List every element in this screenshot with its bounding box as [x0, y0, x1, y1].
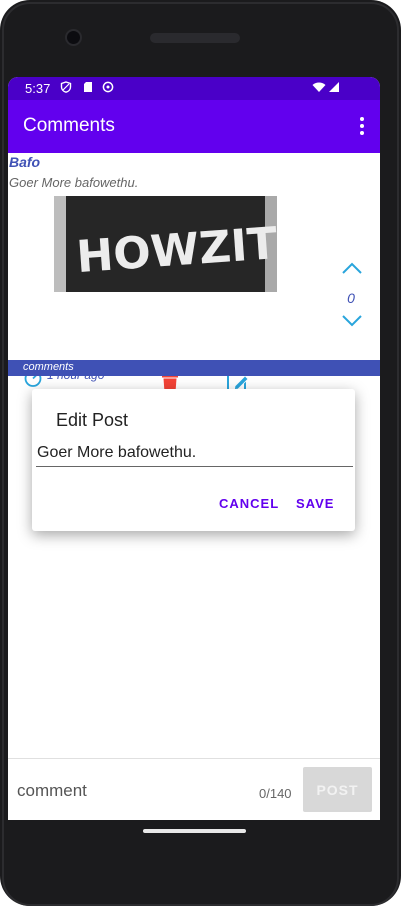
comment-input[interactable]	[15, 777, 249, 805]
howzit-image: HOWZIT?	[54, 196, 277, 292]
sd-card-icon	[84, 82, 92, 92]
comments-header-label: comments	[23, 361, 74, 373]
char-counter: 0/140	[259, 786, 292, 801]
save-button[interactable]: SAVE	[296, 496, 334, 511]
phone-frame: 5:37 Comments Bafo Goer More bafowethu. …	[0, 0, 401, 906]
cancel-button[interactable]: CANCEL	[219, 496, 279, 511]
shield-icon	[60, 81, 72, 93]
page-title: Comments	[23, 115, 115, 136]
post-card: Bafo Goer More bafowethu. HOWZIT? 0	[8, 153, 380, 393]
post-button[interactable]: POST	[303, 767, 372, 812]
post-edit-field[interactable]	[36, 439, 353, 467]
more-vert-icon[interactable]	[360, 117, 366, 137]
post-text: Goer More bafowethu.	[9, 175, 139, 190]
status-time: 5:37	[25, 81, 51, 96]
comment-composer: 0/140 POST	[8, 758, 380, 820]
front-camera	[67, 31, 80, 44]
wifi-icon	[312, 82, 326, 92]
status-bar: 5:37	[8, 77, 380, 100]
edit-post-dialog: Edit Post CANCEL SAVE	[32, 389, 355, 531]
vote-count: 0	[347, 290, 355, 306]
home-indicator[interactable]	[143, 829, 246, 833]
dialog-title: Edit Post	[56, 410, 129, 430]
comments-header: comments	[8, 360, 380, 376]
chevron-down-icon[interactable]	[341, 313, 363, 329]
signal-icon	[329, 82, 339, 92]
post-author[interactable]: Bafo	[9, 154, 40, 170]
chevron-up-icon[interactable]	[341, 260, 363, 276]
app-bar: Comments	[8, 100, 380, 153]
app-screen: 5:37 Comments Bafo Goer More bafowethu. …	[8, 77, 380, 820]
sync-icon	[102, 81, 114, 93]
earpiece-speaker	[150, 33, 240, 43]
post-image[interactable]: HOWZIT?	[54, 196, 277, 292]
